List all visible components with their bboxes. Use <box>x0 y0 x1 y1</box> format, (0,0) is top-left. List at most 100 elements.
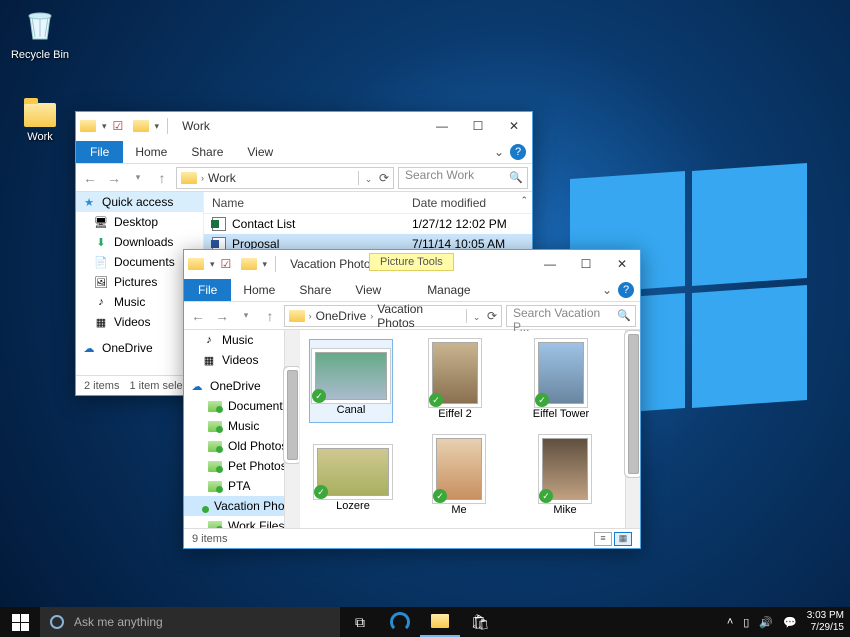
start-button[interactable] <box>0 607 40 637</box>
share-tab[interactable]: Share <box>287 279 343 301</box>
qat-newfolder-icon[interactable] <box>133 120 149 132</box>
qat-dropdown-icon[interactable]: ▾ <box>102 121 107 132</box>
ribbon-expand-icon[interactable]: ⌄ <box>596 283 618 297</box>
close-button[interactable]: ✕ <box>496 112 532 140</box>
tray-volume-icon[interactable]: 🔊 <box>759 616 773 629</box>
task-view-button[interactable]: ⧉ <box>340 607 380 637</box>
home-tab[interactable]: Home <box>123 141 179 163</box>
details-view-button[interactable]: ≡ <box>594 532 612 546</box>
titlebar[interactable]: ▾ ☑ ▾ Work — ☐ ✕ <box>76 112 532 140</box>
chevron-down-icon[interactable]: ⌄ <box>473 312 481 322</box>
chevron-right-icon[interactable]: › <box>309 311 312 321</box>
share-tab[interactable]: Share <box>179 141 235 163</box>
home-tab[interactable]: Home <box>231 279 287 301</box>
photo-item[interactable]: ✓ Eiffel 2 <box>414 342 496 420</box>
sidebar-quick-access[interactable]: ★Quick access <box>76 192 203 212</box>
sidebar-item[interactable]: Old Photos <box>184 436 299 456</box>
manage-tab[interactable]: Manage <box>415 279 482 301</box>
chevron-right-icon[interactable]: › <box>370 311 373 321</box>
tray-chevron-icon[interactable]: ˄ <box>727 616 733 628</box>
sort-indicator-icon[interactable]: ⌃ <box>520 195 528 206</box>
sidebar-item-vacation-photos[interactable]: Vacation Photos <box>184 496 299 516</box>
file-row[interactable]: Contact List 1/27/12 12:02 PM <box>204 214 532 234</box>
address-bar[interactable]: › OneDrive › Vacation Photos ⌄ ⟳ <box>284 305 502 327</box>
music-icon: ♪ <box>202 333 216 347</box>
photo-item[interactable]: ✓ Canal <box>310 340 392 422</box>
recycle-bin-icon[interactable]: Recycle Bin <box>10 5 70 61</box>
up-button[interactable]: ↑ <box>260 308 280 324</box>
up-button[interactable]: ↑ <box>152 170 172 186</box>
navigation-pane[interactable]: ♪Music ▦Videos ☁OneDrive Documents Music… <box>184 330 300 528</box>
forward-button[interactable]: → <box>212 308 232 324</box>
sidebar-item-videos[interactable]: ▦Videos <box>184 350 299 370</box>
help-icon[interactable]: ? <box>618 282 634 298</box>
close-button[interactable]: ✕ <box>604 250 640 278</box>
scrollbar[interactable] <box>625 330 640 528</box>
sidebar-item[interactable]: PTA <box>184 476 299 496</box>
synced-folder-icon <box>208 441 222 452</box>
chevron-down-icon[interactable]: ⌄ <box>365 174 373 184</box>
titlebar[interactable]: ▾ ☑ ▾ Vacation Photos Picture Tools — ☐ … <box>184 250 640 278</box>
breadcrumb-item[interactable]: OneDrive <box>316 309 367 323</box>
sidebar-item[interactable]: Documents <box>184 396 299 416</box>
folder-icon <box>289 310 305 322</box>
photo-item[interactable]: ✓ Me <box>418 438 500 516</box>
column-date[interactable]: Date modified <box>404 196 494 210</box>
photo-grid[interactable]: ✓ Canal ✓ Eiffel 2 ✓ Eiffel Tower ✓ Loze… <box>300 330 640 528</box>
recent-locations-icon[interactable]: ▾ <box>128 172 148 183</box>
cortana-search[interactable]: Ask me anything <box>40 607 340 637</box>
sidebar-item-desktop[interactable]: 🖥Desktop <box>76 212 203 232</box>
breadcrumb-item[interactable]: Work <box>208 171 236 185</box>
chevron-right-icon[interactable]: › <box>201 173 204 183</box>
minimize-button[interactable]: — <box>424 112 460 140</box>
tray-notifications-icon[interactable]: 💬 <box>783 616 797 629</box>
desktop[interactable]: Recycle Bin Work ▾ ☑ ▾ Work — ☐ ✕ File <box>0 0 850 607</box>
picture-tools-tab[interactable]: Picture Tools <box>369 253 454 271</box>
column-name[interactable]: Name <box>204 196 404 210</box>
qat-dropdown-icon[interactable]: ▾ <box>155 121 160 132</box>
sidebar-item[interactable]: Work Files <box>184 516 299 528</box>
refresh-icon[interactable]: ⟳ <box>379 171 389 185</box>
qat-dropdown-icon[interactable]: ▾ <box>263 259 268 270</box>
store-button[interactable]: 🛍 <box>460 607 500 637</box>
help-icon[interactable]: ? <box>510 144 526 160</box>
minimize-button[interactable]: — <box>532 250 568 278</box>
sidebar-item[interactable]: Music <box>184 416 299 436</box>
column-headers[interactable]: Name Date modified <box>204 192 532 214</box>
view-tab[interactable]: View <box>343 279 393 301</box>
photo-item[interactable]: ✓ Lozere <box>312 438 394 516</box>
maximize-button[interactable]: ☐ <box>568 250 604 278</box>
file-tab[interactable]: File <box>184 279 231 301</box>
edge-button[interactable] <box>380 607 420 637</box>
qat-properties-icon[interactable]: ☑ <box>113 119 127 133</box>
clock[interactable]: 3:03 PM 7/29/15 <box>807 610 844 634</box>
qat-newfolder-icon[interactable] <box>241 258 257 270</box>
thumbnails-view-button[interactable]: ▦ <box>614 532 632 546</box>
search-input[interactable]: Search Vacation P... 🔍 <box>506 305 636 327</box>
recent-locations-icon[interactable]: ▾ <box>236 310 256 321</box>
forward-button[interactable]: → <box>104 170 124 186</box>
sidebar-item[interactable]: Pet Photos <box>184 456 299 476</box>
file-explorer-button[interactable] <box>420 607 460 637</box>
breadcrumb-item[interactable]: Vacation Photos <box>377 302 461 330</box>
file-tab[interactable]: File <box>76 141 123 163</box>
tray-network-icon[interactable]: ▯ <box>743 616 749 629</box>
scrollbar-thumb[interactable] <box>287 370 298 460</box>
maximize-button[interactable]: ☐ <box>460 112 496 140</box>
ribbon-expand-icon[interactable]: ⌄ <box>488 145 510 159</box>
work-folder-icon[interactable]: Work <box>10 95 70 143</box>
scrollbar[interactable] <box>284 330 299 528</box>
photo-item[interactable]: ✓ Mike <box>524 438 606 516</box>
address-bar[interactable]: › Work ⌄ ⟳ <box>176 167 394 189</box>
sidebar-item-music[interactable]: ♪Music <box>184 330 299 350</box>
scrollbar-thumb[interactable] <box>628 334 639 474</box>
search-input[interactable]: Search Work 🔍 <box>398 167 528 189</box>
qat-properties-icon[interactable]: ☑ <box>221 257 235 271</box>
view-tab[interactable]: View <box>235 141 285 163</box>
qat-dropdown-icon[interactable]: ▾ <box>210 259 215 270</box>
back-button[interactable]: ← <box>188 308 208 324</box>
back-button[interactable]: ← <box>80 170 100 186</box>
refresh-icon[interactable]: ⟳ <box>487 309 497 323</box>
photo-item[interactable]: ✓ Eiffel Tower <box>520 342 602 420</box>
sidebar-onedrive[interactable]: ☁OneDrive <box>184 376 299 396</box>
